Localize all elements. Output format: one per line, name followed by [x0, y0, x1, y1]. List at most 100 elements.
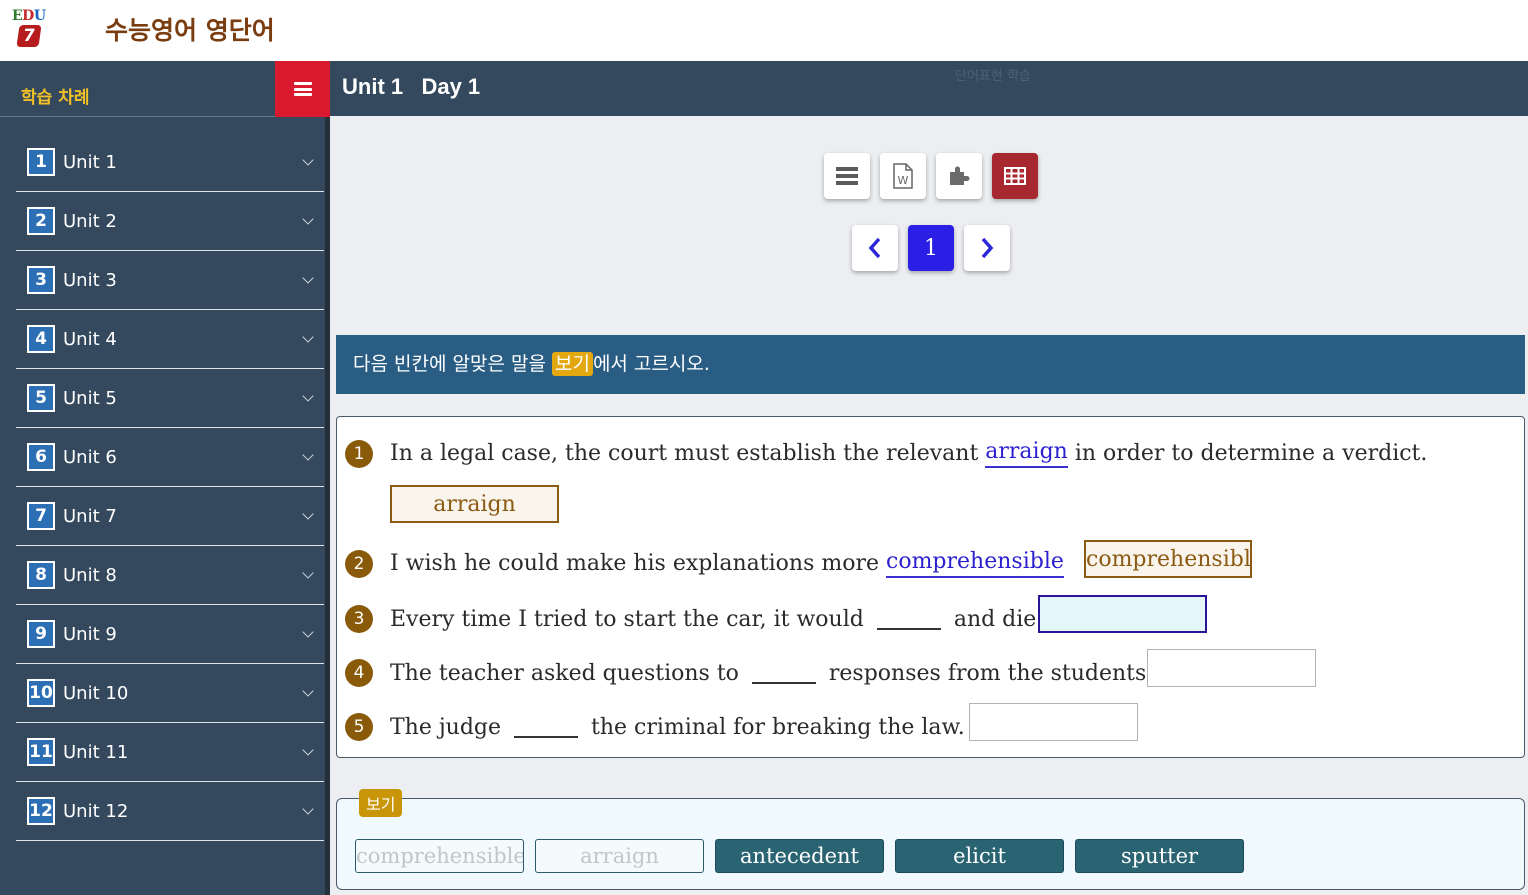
sidebar: 학습 차례 1 Unit 1 2 Unit 2 3 Unit 3 4 Unit 4 5 Unit … — [0, 61, 331, 895]
sidebar-item-unit-5[interactable]: 5 Unit 5 — [16, 369, 324, 428]
unit-number-badge: 8 — [27, 561, 55, 589]
question-2: 2 I wish he could make his explanations … — [345, 549, 1064, 578]
question-text: in order to determine a verdict. — [1067, 441, 1428, 466]
word-chip[interactable]: antecedent — [715, 839, 884, 873]
unit-label: Unit 11 — [63, 741, 129, 763]
filled-word: comprehensible — [886, 549, 1064, 578]
word-chip[interactable]: comprehensible — [355, 839, 524, 873]
word-chip[interactable]: elicit — [895, 839, 1064, 873]
word-document-icon: W — [893, 163, 913, 189]
sidebar-item-unit-4[interactable]: 4 Unit 4 — [16, 310, 324, 369]
question-number: 3 — [345, 605, 373, 633]
question-box: 1 In a legal case, the court must establ… — [336, 416, 1525, 758]
answer-field-1[interactable]: arraign — [390, 485, 559, 523]
question-text: responses from the students. — [821, 660, 1154, 686]
sidebar-item-unit-6[interactable]: 6 Unit 6 — [16, 428, 324, 487]
unit-label: Unit 2 — [63, 210, 117, 232]
chevron-right-icon — [981, 237, 994, 259]
sidebar-item-unit-8[interactable]: 8 Unit 8 — [16, 546, 324, 605]
chevron-down-icon[interactable] — [302, 213, 314, 225]
chevron-down-icon[interactable] — [302, 508, 314, 520]
question-3: 3 Every time I tried to start the car, i… — [345, 605, 1043, 633]
question-1: 1 In a legal case, the court must establ… — [345, 439, 1427, 468]
blank-line — [514, 736, 579, 738]
answer-field-3[interactable] — [1038, 595, 1207, 633]
unit-label: Unit 5 — [63, 387, 117, 409]
sidebar-item-unit-12[interactable]: 12 Unit 12 — [16, 782, 324, 841]
sidebar-item-unit-1[interactable]: 1 Unit 1 — [16, 133, 324, 192]
question-text: and die. — [946, 606, 1044, 632]
hamburger-icon — [294, 82, 312, 96]
answer-field-2[interactable]: comprehensibl — [1084, 540, 1252, 578]
unit-number-badge: 12 — [27, 797, 55, 825]
list-icon — [836, 167, 858, 185]
content-header: Unit 1 Day 1 단어표현 학습 — [330, 61, 1528, 116]
word-bank-label: 보기 — [359, 789, 403, 817]
unit-label: Unit 9 — [63, 623, 117, 645]
question-number: 2 — [345, 549, 373, 578]
word-view-button[interactable]: W — [880, 153, 926, 199]
sidebar-item-unit-11[interactable]: 11 Unit 11 — [16, 723, 324, 782]
word-chip[interactable]: sputter — [1075, 839, 1244, 873]
unit-label: Unit 1 — [63, 151, 117, 173]
table-view-button[interactable] — [992, 153, 1038, 199]
unit-label: Unit 8 — [63, 564, 117, 586]
current-page-button[interactable]: 1 — [908, 225, 954, 271]
puzzle-view-button[interactable] — [936, 153, 982, 199]
question-text: The teacher asked questions to — [390, 660, 746, 686]
menu-toggle-button[interactable] — [275, 61, 331, 117]
answer-field-4[interactable] — [1147, 649, 1316, 687]
unit-label: Unit 4 — [63, 328, 117, 350]
chevron-down-icon[interactable] — [302, 272, 314, 284]
chevron-down-icon[interactable] — [302, 803, 314, 815]
main-content: W 1 다음 빈칸에 알맞은 말을 보기 에서 고르시오. 1 In a lega… — [330, 116, 1528, 895]
unit-list: 1 Unit 1 2 Unit 2 3 Unit 3 4 Unit 4 5 Unit 5 6 Unit… — [16, 133, 324, 841]
question-text: The judge — [390, 714, 509, 740]
chevron-down-icon[interactable] — [302, 154, 314, 166]
unit-number-badge: 2 — [27, 207, 55, 235]
instruction-text-before: 다음 빈칸에 알맞은 말을 — [353, 353, 552, 375]
sidebar-item-unit-10[interactable]: 10 Unit 10 — [16, 664, 324, 723]
unit-number-badge: 9 — [27, 620, 55, 648]
sidebar-item-unit-9[interactable]: 9 Unit 9 — [16, 605, 324, 664]
unit-number-badge: 5 — [27, 384, 55, 412]
chevron-down-icon[interactable] — [302, 390, 314, 402]
top-header: EDU 7 수능영어 영단어 — [0, 0, 1528, 61]
sidebar-item-unit-2[interactable]: 2 Unit 2 — [16, 192, 324, 251]
chevron-down-icon[interactable] — [302, 331, 314, 343]
next-page-button[interactable] — [964, 225, 1010, 271]
answer-field-5[interactable] — [969, 703, 1138, 741]
question-text: the criminal for breaking the law. — [584, 714, 965, 740]
unit-number-badge: 11 — [27, 738, 55, 766]
chevron-down-icon[interactable] — [302, 626, 314, 638]
sidebar-header: 학습 차례 — [0, 61, 331, 117]
chevron-down-icon[interactable] — [302, 685, 314, 697]
chevron-down-icon[interactable] — [302, 449, 314, 461]
content-subtitle: 단어표현 학습 — [955, 69, 1031, 84]
unit-label: Unit 3 — [63, 269, 117, 291]
unit-label: Unit 10 — [63, 682, 129, 704]
edu7-logo[interactable]: EDU 7 — [12, 8, 52, 50]
puzzle-icon — [950, 166, 970, 185]
word-bank: 보기 comprehensible arraign antecedent eli… — [336, 789, 1525, 890]
app-title: 수능영어 영단어 — [105, 16, 275, 45]
word-chip[interactable]: arraign — [535, 839, 704, 873]
blank-line — [876, 628, 941, 630]
instruction-tag: 보기 — [551, 352, 593, 376]
sidebar-item-unit-7[interactable]: 7 Unit 7 — [16, 487, 324, 546]
chevron-down-icon[interactable] — [302, 744, 314, 756]
sidebar-item-unit-3[interactable]: 3 Unit 3 — [16, 251, 324, 310]
logo-digit: 7 — [16, 25, 42, 47]
question-text: In a legal case, the court must establis… — [390, 441, 986, 466]
unit-number-badge: 6 — [27, 443, 55, 471]
question-number: 1 — [345, 439, 373, 468]
unit-number-badge: 1 — [27, 148, 55, 176]
question-number: 4 — [345, 659, 373, 687]
chevron-down-icon[interactable] — [302, 567, 314, 579]
unit-label: Unit 7 — [63, 505, 117, 527]
filled-word: arraign — [985, 439, 1068, 468]
unit-number-badge: 7 — [27, 502, 55, 530]
list-view-button[interactable] — [824, 153, 870, 199]
sidebar-title: 학습 차례 — [21, 88, 90, 108]
prev-page-button[interactable] — [852, 225, 898, 271]
